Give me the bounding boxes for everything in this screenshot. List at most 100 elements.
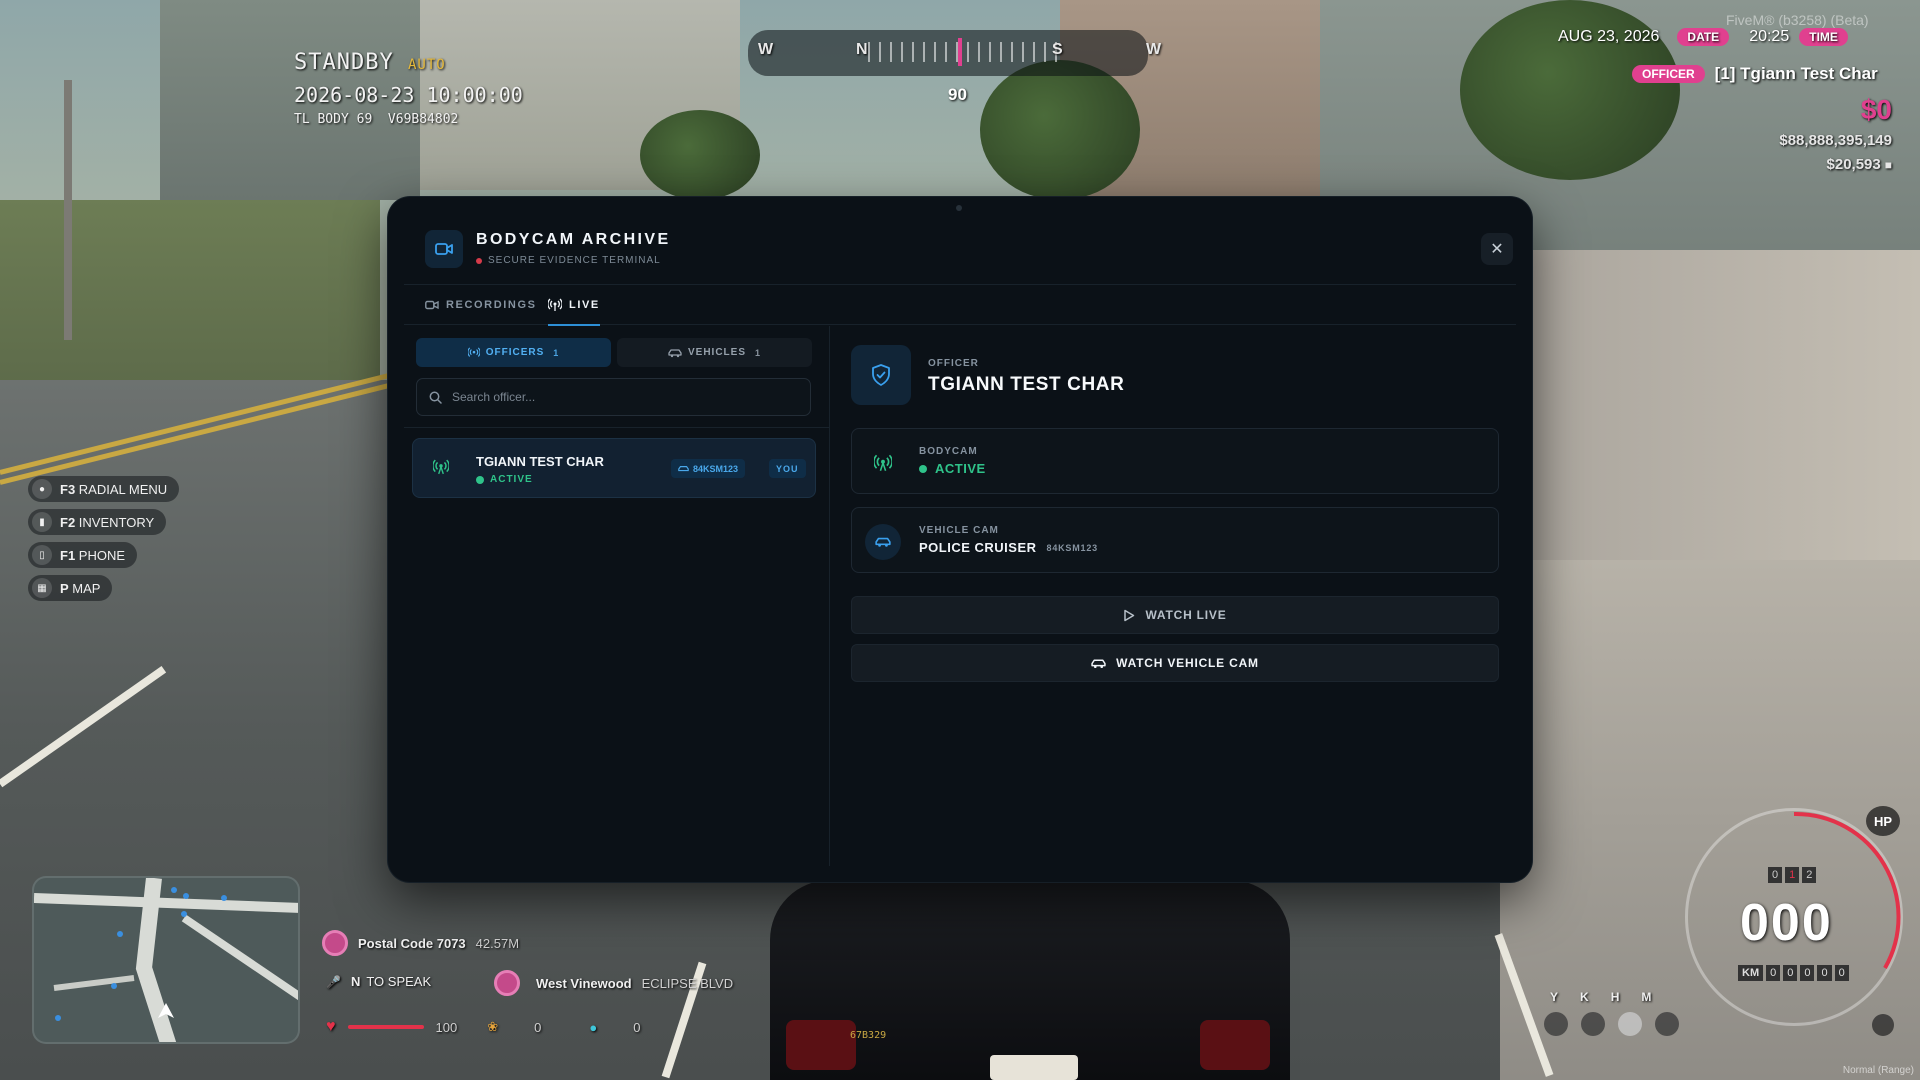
officer-list-item[interactable]: TGIANN TEST CHAR ACTIVE 84KSM123 YOU xyxy=(412,438,816,498)
watch-live-label: WATCH LIVE xyxy=(1145,608,1227,622)
bodycam-archive-modal: BODYCAM ARCHIVE SECURE EVIDENCE TERMINAL… xyxy=(388,197,1532,882)
compass-north: N xyxy=(856,41,868,58)
heart-icon: ♥ xyxy=(326,1018,336,1035)
bodycam-card: BODYCAM ACTIVE xyxy=(851,428,1499,494)
indicator-keys: Y K H M xyxy=(1550,990,1651,1004)
car-icon xyxy=(1091,659,1106,668)
compass: W N S W xyxy=(748,30,1161,76)
broadcast-icon xyxy=(467,346,480,357)
search-icon xyxy=(429,391,442,404)
modal-header: BODYCAM ARCHIVE SECURE EVIDENCE TERMINAL… xyxy=(404,197,1516,285)
lock-icon: ■ xyxy=(1884,157,1892,172)
watch-live-button[interactable]: WATCH LIVE xyxy=(851,596,1499,634)
officer-detail-pane: OFFICER TGIANN TEST CHAR BODYCAM ACTIVE … xyxy=(831,326,1516,866)
health-value: 100 xyxy=(435,1019,458,1035)
tab-label: RECORDINGS xyxy=(446,299,537,311)
segment-officers[interactable]: OFFICERS 1 xyxy=(416,338,611,367)
date-badge: DATE xyxy=(1677,28,1730,46)
tree-right xyxy=(1460,0,1680,180)
water-drop-icon: ● xyxy=(589,1019,598,1035)
search-input[interactable] xyxy=(452,390,792,404)
speak-label: TO SPEAK xyxy=(366,974,432,989)
odometer-digit: 0 xyxy=(1800,965,1815,981)
secure-status-dot xyxy=(476,257,482,264)
vehicle-cam-label: VEHICLE CAM xyxy=(919,525,999,536)
keybind-label: RADIAL MENU xyxy=(78,481,168,497)
segment-count: 1 xyxy=(755,347,762,358)
vehicle-plate-badge: 84KSM123 xyxy=(671,459,746,478)
area-name: West Vinewood xyxy=(536,975,632,991)
water-value: 0 xyxy=(633,1019,641,1035)
keybind-map: ▦ P MAP xyxy=(28,575,113,601)
broadcast-icon xyxy=(433,459,449,475)
postal-icon xyxy=(322,930,348,956)
speedometer: 0 1 2 000 KM 0 0 0 0 0 xyxy=(1685,808,1903,1026)
modal-subtitle-text: SECURE EVIDENCE TERMINAL xyxy=(488,255,661,266)
compass-west-2: W xyxy=(1146,41,1162,58)
watch-vehicle-label: WATCH VEHICLE CAM xyxy=(1116,656,1259,670)
officer-status: ACTIVE xyxy=(476,474,533,485)
car-taillight xyxy=(786,1020,856,1070)
postal-distance: 42.57M xyxy=(475,935,520,951)
gear-digit: 2 xyxy=(1802,867,1817,883)
location-pin-icon xyxy=(494,970,520,996)
microphone-icon: 🎤 xyxy=(326,974,341,989)
modal-title: BODYCAM ARCHIVE xyxy=(476,231,671,248)
license-plate xyxy=(990,1055,1078,1080)
odometer: KM 0 0 0 0 0 xyxy=(1738,965,1849,981)
key-label: F2 xyxy=(60,514,76,530)
modal-subtitle: SECURE EVIDENCE TERMINAL xyxy=(476,255,661,266)
fuel-icon xyxy=(1872,1014,1894,1036)
odometer-unit: KM xyxy=(1738,965,1764,981)
seatbelt-icon xyxy=(1581,1012,1605,1036)
odometer-digit: 0 xyxy=(1834,965,1849,981)
palm-tree xyxy=(980,60,1140,200)
compass-needle xyxy=(958,38,962,66)
food-value: 0 xyxy=(534,1019,542,1035)
video-camera-icon xyxy=(425,230,463,268)
postal-row: Postal Code 7073 42.57M xyxy=(322,930,519,956)
car-icon xyxy=(865,524,901,560)
other-money: $20,593 ■ xyxy=(1827,156,1892,173)
vehicle-indicators xyxy=(1544,1012,1679,1036)
keybind-radial-menu: ● F3 RADIAL MENU xyxy=(28,476,180,502)
time-value: 20:25 xyxy=(1749,28,1790,45)
bodycam-datetime: 2026-08-23 10:00:00 xyxy=(294,83,523,107)
bodycam-overlay: STANDBY AUTO 2026-08-23 10:00:00 TL BODY… xyxy=(294,50,523,127)
odometer-digit: 0 xyxy=(1783,965,1798,981)
officer-status-text: ACTIVE xyxy=(490,474,533,485)
you-badge: YOU xyxy=(769,459,806,478)
status-dot xyxy=(476,475,484,484)
broadcast-icon xyxy=(865,445,901,481)
key-label: P xyxy=(60,580,69,596)
officer-list-pane: OFFICERS 1 VEHICLES 1 TGIANN TEST CHAR A… xyxy=(404,326,830,866)
compass-ticks xyxy=(868,42,1058,62)
segment-vehicles[interactable]: VEHICLES 1 xyxy=(617,338,812,367)
wall-right xyxy=(1500,250,1920,560)
broadcast-icon xyxy=(548,298,562,311)
close-button[interactable]: ✕ xyxy=(1481,233,1513,265)
tab-recordings[interactable]: RECORDINGS xyxy=(425,285,537,325)
vehicle-cam-card: VEHICLE CAM POLICE CRUISER 84KSM123 xyxy=(851,507,1499,573)
other-money-amount: $20,593 xyxy=(1826,156,1881,173)
time-badge: TIME xyxy=(1799,28,1848,46)
search-box xyxy=(416,378,811,416)
keybind-phone: ▯ F1 PHONE xyxy=(28,542,138,568)
backpack-icon: ▮ xyxy=(32,512,52,532)
speak-key: N xyxy=(350,974,361,989)
headlight-icon xyxy=(1618,1012,1642,1036)
phone-icon: ▯ xyxy=(32,545,52,565)
vehicle-plate: 84KSM123 xyxy=(1046,542,1098,553)
compass-south: S xyxy=(1052,41,1063,58)
gear-digit: 0 xyxy=(1768,867,1783,883)
play-icon xyxy=(1124,609,1135,621)
watch-vehicle-cam-button[interactable]: WATCH VEHICLE CAM xyxy=(851,644,1499,682)
indicator-key: H xyxy=(1610,990,1620,1004)
player-info: OFFICER [1] Tgiann Test Char xyxy=(1632,64,1878,84)
hp-badge: HP xyxy=(1866,806,1900,836)
vehicle-cam-value: POLICE CRUISER 84KSM123 xyxy=(919,540,1098,555)
close-icon: ✕ xyxy=(1490,241,1504,258)
car-plate-text: 67B329 xyxy=(850,1030,887,1041)
status-dot xyxy=(919,464,927,473)
tab-live[interactable]: LIVE xyxy=(548,285,600,326)
